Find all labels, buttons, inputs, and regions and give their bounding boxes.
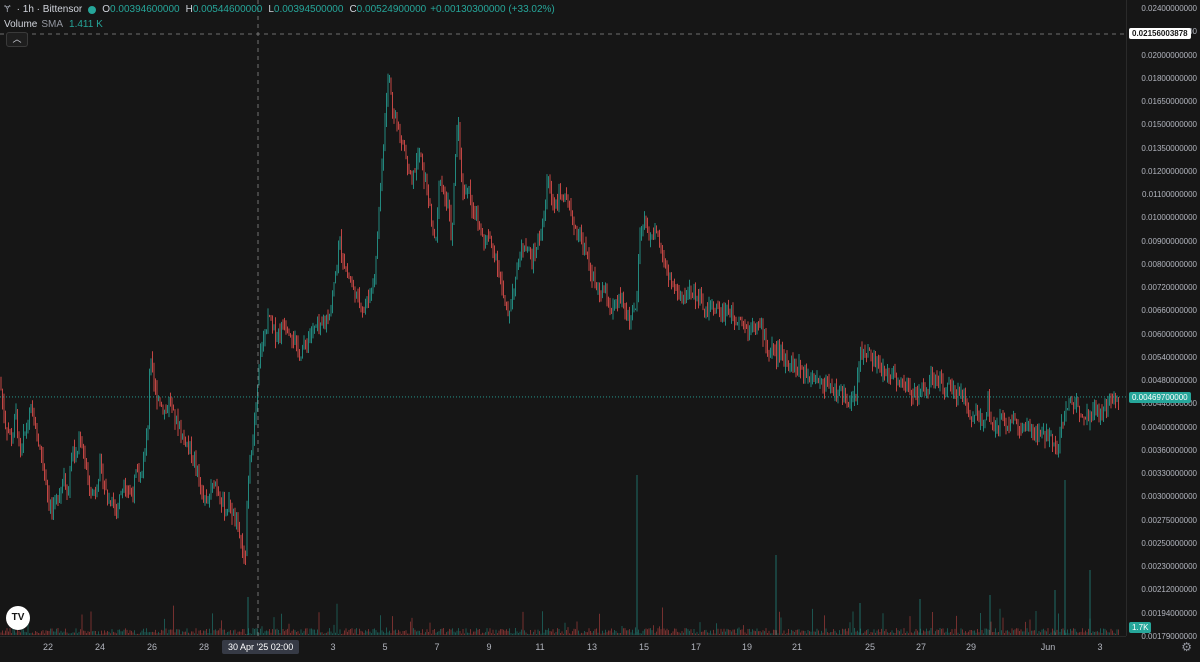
price-axis-label: 0.01650000000 [1141, 97, 1197, 107]
price-chart[interactable] [0, 0, 1126, 636]
price-axis-label: 0.01000000000 [1141, 213, 1197, 223]
time-axis-label: 27 [915, 642, 927, 652]
volume-value-tag: 1.7K [1129, 622, 1152, 633]
time-axis-label: 26 [146, 642, 158, 652]
time-axis-label: 13 [586, 642, 598, 652]
tradingview-logo[interactable]: TV [6, 606, 30, 630]
market-status-icon [88, 5, 97, 14]
price-axis-label: 0.01200000000 [1141, 166, 1197, 176]
time-axis-label: 7 [434, 642, 440, 652]
price-axis-label: 0.00212000000 [1141, 585, 1197, 595]
price-axis-label: 0.00300000000 [1141, 492, 1197, 502]
price-axis[interactable]: 0.024000000000.022000000000.020000000000… [1126, 0, 1200, 641]
time-axis-label: 3 [1097, 642, 1103, 652]
last-price-tag: 0.00469700000 [1129, 392, 1191, 403]
price-axis-label: 0.00275000000 [1141, 515, 1197, 525]
symbol-glyph: Ɏ [4, 4, 11, 15]
time-axis-label: 11 [535, 642, 545, 652]
price-axis-label: 0.00800000000 [1141, 259, 1197, 269]
price-axis-label: 0.00900000000 [1141, 236, 1197, 246]
time-axis-label: 9 [486, 642, 492, 652]
time-axis-label: 24 [94, 642, 106, 652]
low-value: 0.00394500000 [273, 4, 344, 15]
chevron-up-icon: ︿ [12, 34, 22, 44]
price-axis-label: 0.00230000000 [1141, 562, 1197, 572]
settings-gear-icon[interactable]: ⚙ [1181, 640, 1192, 654]
symbol-legend: Ɏ · 1h · Bittensor O 0.00394600000 H 0.0… [4, 4, 555, 15]
high-value: 0.00544600000 [192, 4, 263, 15]
price-axis-label: 0.01500000000 [1141, 120, 1197, 130]
time-axis-label: 21 [791, 642, 803, 652]
time-axis-label: Jun [1040, 642, 1056, 652]
price-axis-label: 0.01350000000 [1141, 143, 1197, 153]
close-value: 0.00524900000 [356, 4, 427, 15]
price-axis-label: 0.00660000000 [1141, 306, 1197, 316]
price-axis-label: 0.02000000000 [1141, 50, 1197, 60]
price-axis-label: 0.00360000000 [1141, 445, 1197, 455]
time-axis-label: 29 [965, 642, 977, 652]
price-axis-label: 0.00250000000 [1141, 538, 1197, 548]
time-axis-label: 3 [330, 642, 336, 652]
time-axis-label: 15 [638, 642, 650, 652]
time-axis-label: 25 [864, 642, 876, 652]
open-value: 0.00394600000 [110, 4, 180, 15]
price-axis-label: 0.01100000000 [1141, 190, 1197, 200]
price-axis-label: 0.00194000000 [1141, 608, 1197, 618]
price-axis-label: 0.00480000000 [1141, 376, 1197, 386]
price-axis-label: 0.01800000000 [1141, 73, 1197, 83]
time-axis[interactable]: 22 24 26 28 3 5 7 9 11 13 15 17 19 21 25 27 29 Jun 3 30 Apr… [0, 636, 1126, 662]
time-axis-label: 19 [741, 642, 753, 652]
crosshair-time-tag: 30 Apr '25 02:00 [222, 640, 300, 654]
crosshair-price-tag: 0.02156003878 [1129, 28, 1191, 39]
price-axis-label: 0.00720000000 [1141, 283, 1197, 293]
close-key: C [349, 4, 357, 15]
time-axis-label: 5 [382, 642, 388, 652]
volume-legend[interactable]: Volume SMA 1.411 K [4, 19, 103, 30]
open-key: O [102, 4, 111, 15]
volume-sma-label: SMA [41, 19, 64, 30]
price-axis-label: 0.00540000000 [1141, 352, 1197, 362]
price-axis-label: 0.00400000000 [1141, 422, 1197, 432]
symbol-title[interactable]: · 1h · Bittensor [17, 4, 83, 15]
volume-value: 1.411 K [69, 19, 103, 30]
price-axis-label: 0.00600000000 [1141, 329, 1197, 339]
chart-pane[interactable]: Ɏ · 1h · Bittensor O 0.00394600000 H 0.0… [0, 0, 1126, 636]
change-value: +0.00130300000 (+33.02%) [430, 4, 555, 15]
price-axis-label: 0.00330000000 [1141, 469, 1197, 479]
price-axis-label: 0.02400000000 [1141, 4, 1197, 13]
time-axis-label: 17 [690, 642, 702, 652]
collapse-legend-button[interactable]: ︿ [6, 32, 28, 47]
high-key: H [185, 4, 193, 15]
time-axis-label: 22 [42, 642, 54, 652]
time-axis-label: 28 [198, 642, 210, 652]
volume-label: Volume [4, 19, 38, 30]
